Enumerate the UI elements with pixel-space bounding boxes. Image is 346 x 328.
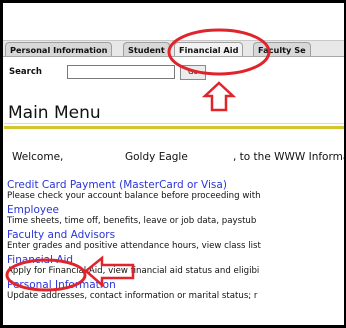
go-button[interactable]: Go — [180, 65, 206, 80]
menu-link-personal-information[interactable]: Personal Information — [7, 279, 344, 291]
welcome-message: Welcome, Goldy Eagle , to the WWW Inform… — [12, 151, 344, 163]
menu-item-credit-card-payment: Credit Card Payment (MasterCard or Visa)… — [7, 179, 344, 202]
welcome-suffix: , to the WWW Informat — [233, 151, 346, 163]
tab-personal-information[interactable]: Personal Information — [5, 42, 113, 56]
menu-item-faculty-advisors: Faculty and Advisors Enter grades and po… — [7, 229, 344, 252]
menu-desc-employee: Time sheets, time off, benefits, leave o… — [7, 216, 257, 226]
accent-rule — [4, 126, 344, 129]
menu-desc-credit-card-payment: Please check your account balance before… — [7, 191, 261, 201]
search-input[interactable] — [67, 65, 175, 79]
menu-link-financial-aid[interactable]: Financial Aid — [7, 254, 344, 266]
welcome-prefix: Welcome, — [12, 151, 64, 163]
user-name: Goldy Eagle — [125, 151, 188, 163]
menu-desc-faculty-advisors: Enter grades and positive attendance hou… — [7, 241, 261, 251]
menu-link-credit-card-payment[interactable]: Credit Card Payment (MasterCard or Visa) — [7, 179, 344, 191]
menu-desc-financial-aid: Apply for Financial Aid, view financial … — [7, 266, 260, 276]
title-divider — [4, 123, 344, 124]
tab-bar: Personal Information Student Financial A… — [3, 40, 344, 57]
menu-link-faculty-advisors[interactable]: Faculty and Advisors — [7, 229, 344, 241]
tab-faculty-services[interactable]: Faculty Se — [253, 42, 311, 56]
tab-student[interactable]: Student — [123, 42, 170, 56]
menu-item-financial-aid: Financial Aid Apply for Financial Aid, v… — [7, 254, 344, 277]
menu-desc-personal-information: Update addresses, contact information or… — [7, 291, 258, 301]
up-arrow-icon — [201, 81, 237, 112]
search-label: Search — [9, 67, 42, 77]
screenshot-frame: Personal Information Student Financial A… — [0, 0, 346, 328]
page-title: Main Menu — [8, 103, 101, 123]
tab-financial-aid[interactable]: Financial Aid — [174, 42, 244, 56]
menu-item-employee: Employee Time sheets, time off, benefits… — [7, 204, 344, 227]
menu-item-personal-information: Personal Information Update addresses, c… — [7, 279, 344, 302]
menu-link-employee[interactable]: Employee — [7, 204, 344, 216]
